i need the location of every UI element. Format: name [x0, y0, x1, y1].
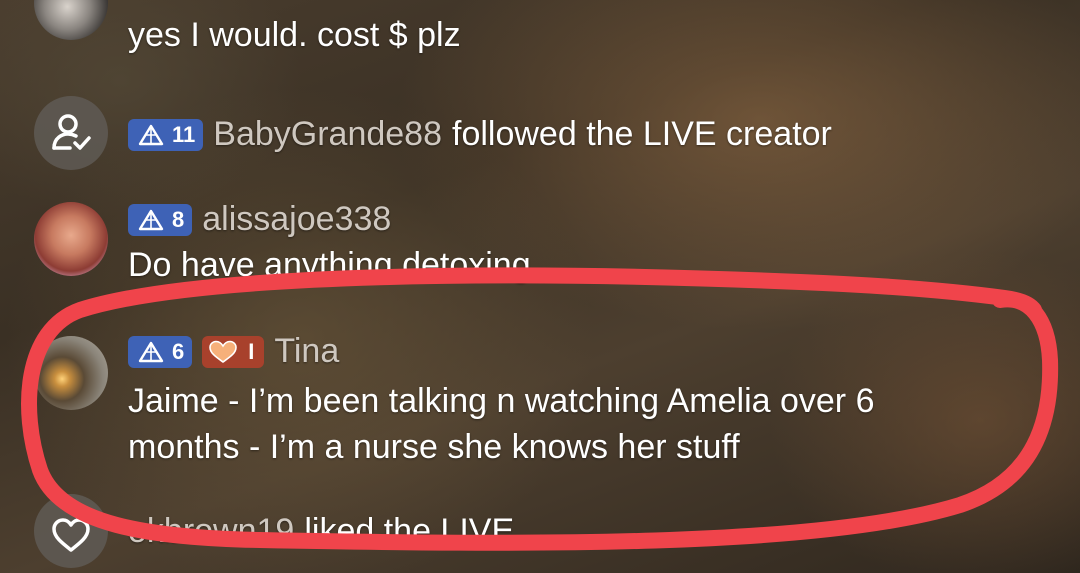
fan-badge: I [202, 335, 265, 368]
fan-level: I [248, 338, 255, 364]
comment-text-line-1: Jaime - I’m been talking n watching Amel… [128, 382, 875, 420]
level-number: 11 [172, 121, 196, 147]
comment-text-line-2: months - I’m a nurse she knows her stuff [128, 428, 740, 466]
comment-text: yes I would. cost $ plz [128, 16, 461, 54]
follow-event-row: 11 BabyGrande88 followed the LIVE creato… [0, 96, 1080, 176]
comment-meta: 6 I Tina [128, 332, 339, 371]
heart-icon [209, 340, 238, 363]
avatar[interactable] [34, 0, 108, 40]
level-number: 8 [172, 206, 185, 232]
diamond-icon [138, 209, 164, 230]
avatar[interactable] [34, 336, 108, 410]
like-event-meta: okbrown19 liked the LIVE [128, 512, 514, 551]
comment-row: 8 alissajoe338 Do have anything detoxing [0, 200, 1080, 290]
avatar[interactable] [34, 202, 108, 276]
diamond-icon [138, 124, 164, 145]
event-text: followed the LIVE creator [452, 115, 832, 153]
person-check-icon [52, 114, 91, 150]
username[interactable]: BabyGrande88 [213, 115, 442, 154]
username[interactable]: okbrown19 [128, 512, 294, 551]
heart-icon [52, 518, 90, 552]
username[interactable]: alissajoe338 [202, 200, 391, 239]
level-badge: 11 [128, 118, 204, 151]
diamond-icon [138, 341, 164, 362]
live-chat-feed: yes I would. cost $ plz 11 BabyGrande88 … [0, 0, 1080, 573]
like-event-row: okbrown19 liked the LIVE [0, 494, 1080, 573]
comment-row: yes I would. cost $ plz [0, 0, 1080, 70]
comment-meta: 8 alissajoe338 [128, 200, 391, 239]
level-badge: 6 [128, 335, 193, 368]
level-number: 6 [172, 338, 185, 364]
username[interactable]: Tina [274, 332, 339, 371]
event-text: liked the LIVE [304, 512, 515, 550]
level-badge: 8 [128, 203, 193, 236]
comment-text: Do have anything detoxing [128, 246, 531, 284]
like-event-avatar [34, 494, 108, 568]
comment-row-highlighted: 6 I Tina Jaime - I’m been talking n watc… [0, 328, 1080, 468]
follow-event-avatar [34, 96, 108, 170]
follow-event-meta: 11 BabyGrande88 followed the LIVE creato… [128, 115, 832, 154]
